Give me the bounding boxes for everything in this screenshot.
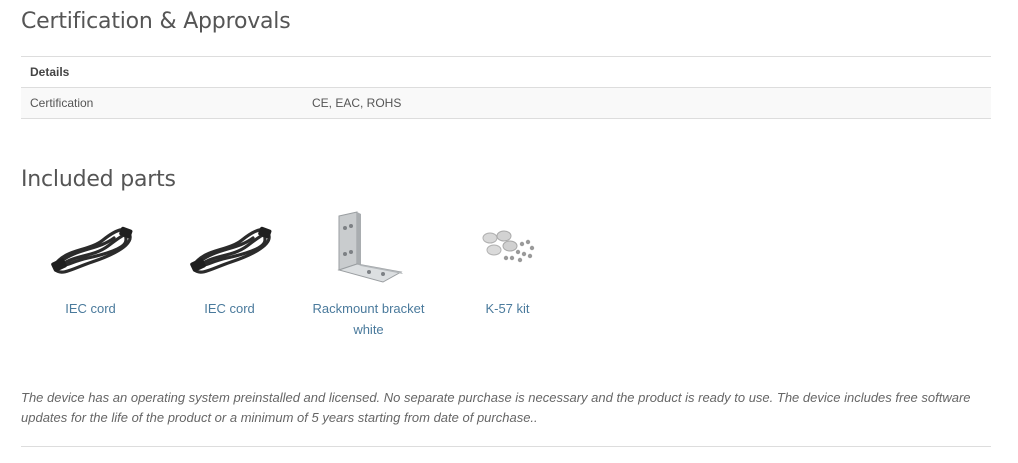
table-header-details: Details	[30, 65, 70, 79]
rackmount-bracket-icon	[324, 208, 414, 288]
part-label[interactable]: Rackmount bracket white	[306, 298, 431, 340]
screw-kit-icon	[463, 208, 553, 288]
part-k57-kit[interactable]: K-57 kit	[438, 208, 577, 340]
power-cord-icon	[185, 208, 275, 288]
certification-table: Details Certification CE, EAC, ROHS	[21, 56, 991, 119]
table-cell-key: Certification	[30, 96, 94, 110]
part-label[interactable]: IEC cord	[28, 298, 153, 319]
part-iec-cord-2[interactable]: IEC cord	[160, 208, 299, 340]
part-label[interactable]: IEC cord	[167, 298, 292, 319]
power-cord-icon	[46, 208, 136, 288]
part-iec-cord-1[interactable]: IEC cord	[21, 208, 160, 340]
part-rackmount-bracket[interactable]: Rackmount bracket white	[299, 208, 438, 340]
part-label[interactable]: K-57 kit	[445, 298, 570, 319]
table-cell-value: CE, EAC, ROHS	[312, 96, 402, 110]
included-parts-heading: Included parts	[21, 167, 176, 192]
os-license-note: The device has an operating system prein…	[21, 390, 971, 425]
included-parts-list: IEC cord IEC cord Rackmount bracket whit…	[21, 208, 577, 340]
table-row: Certification CE, EAC, ROHS	[21, 88, 991, 119]
divider	[21, 446, 991, 447]
certification-heading: Certification & Approvals	[21, 9, 291, 34]
table-header-row: Details	[21, 57, 991, 88]
